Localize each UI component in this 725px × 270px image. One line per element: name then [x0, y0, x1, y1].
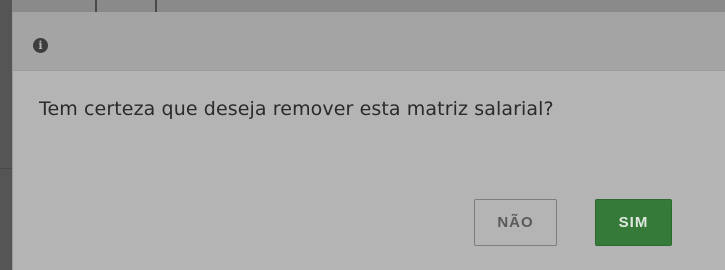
background-page-edge — [0, 0, 12, 270]
no-button[interactable]: NÃO — [474, 199, 557, 246]
background-divider — [0, 168, 12, 169]
info-icon: i — [33, 38, 48, 53]
background-page — [0, 0, 725, 12]
confirm-dialog: i Tem certeza que deseja remover esta ma… — [12, 12, 725, 270]
yes-button[interactable]: SIM — [595, 199, 672, 246]
dialog-message: Tem certeza que deseja remover esta matr… — [39, 98, 554, 120]
dialog-header: i — [13, 12, 725, 71]
background-divider — [95, 0, 97, 12]
background-divider — [155, 0, 157, 12]
